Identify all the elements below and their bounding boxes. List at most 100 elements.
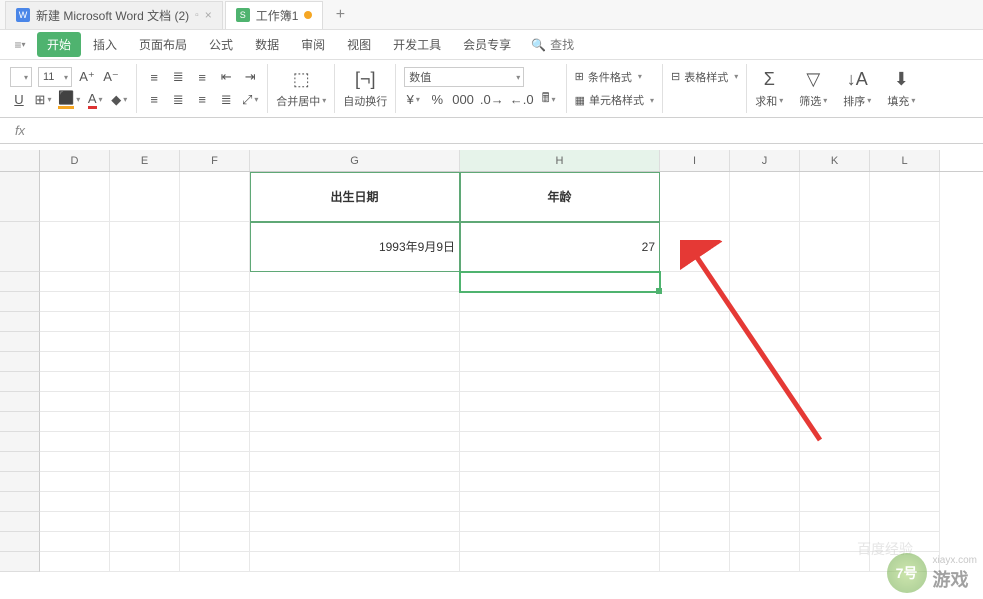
cell[interactable] xyxy=(730,352,800,372)
align-top-icon[interactable]: ≡ xyxy=(145,67,163,87)
cell[interactable] xyxy=(870,312,940,332)
cell[interactable] xyxy=(660,332,730,352)
cell-age-header[interactable]: 年龄 xyxy=(460,172,660,222)
cell[interactable] xyxy=(180,372,250,392)
cell[interactable] xyxy=(870,172,940,222)
cell[interactable] xyxy=(250,352,460,372)
cell[interactable] xyxy=(800,452,870,472)
cell[interactable] xyxy=(660,312,730,332)
cell[interactable] xyxy=(460,472,660,492)
cell[interactable] xyxy=(110,452,180,472)
align-left-icon[interactable]: ≡ xyxy=(145,90,163,110)
cell[interactable] xyxy=(870,352,940,372)
cell[interactable] xyxy=(800,492,870,512)
fx-icon[interactable]: fx xyxy=(10,123,30,138)
cell[interactable] xyxy=(180,352,250,372)
cell[interactable] xyxy=(660,492,730,512)
cell[interactable] xyxy=(460,512,660,532)
cell[interactable] xyxy=(250,272,460,292)
row-header[interactable] xyxy=(0,172,40,222)
col-header[interactable]: K xyxy=(800,150,870,171)
cell[interactable] xyxy=(250,392,460,412)
cell[interactable] xyxy=(730,272,800,292)
cell[interactable] xyxy=(660,222,730,272)
cell[interactable] xyxy=(870,392,940,412)
row-header[interactable] xyxy=(0,512,40,532)
col-header[interactable]: G xyxy=(250,150,460,171)
spreadsheet-grid[interactable]: D E F G H I J K L 出生日期 年龄 1993年9月9日 xyxy=(0,150,983,572)
fill-button[interactable]: ⬇ 填充 xyxy=(879,64,923,113)
menu-data[interactable]: 数据 xyxy=(245,32,289,57)
cell[interactable] xyxy=(660,372,730,392)
underline-icon[interactable]: U xyxy=(10,90,28,110)
orientation-icon[interactable]: ⤢ xyxy=(241,90,259,110)
col-header[interactable]: I xyxy=(660,150,730,171)
cell[interactable] xyxy=(730,172,800,222)
cell[interactable] xyxy=(110,272,180,292)
cell[interactable] xyxy=(870,272,940,292)
cell[interactable] xyxy=(180,292,250,312)
row-header[interactable] xyxy=(0,412,40,432)
col-header[interactable]: L xyxy=(870,150,940,171)
cell[interactable] xyxy=(460,492,660,512)
cell[interactable] xyxy=(180,172,250,222)
type-convert-icon[interactable]: 🖩 xyxy=(540,90,558,110)
cell[interactable] xyxy=(800,172,870,222)
cell[interactable] xyxy=(250,332,460,352)
font-size-select[interactable]: 11 xyxy=(38,67,72,87)
cell[interactable] xyxy=(180,452,250,472)
cell[interactable] xyxy=(180,412,250,432)
cell[interactable] xyxy=(800,312,870,332)
cell[interactable] xyxy=(180,312,250,332)
add-tab-button[interactable]: + xyxy=(325,1,355,29)
cell[interactable] xyxy=(460,552,660,572)
cell[interactable] xyxy=(40,512,110,532)
justify-icon[interactable]: ≣ xyxy=(217,90,235,110)
menu-start[interactable]: 开始 xyxy=(37,32,81,57)
cell-birthdate-value[interactable]: 1993年9月9日 xyxy=(250,222,460,272)
cell[interactable] xyxy=(870,292,940,312)
select-all-corner[interactable] xyxy=(0,150,40,171)
menu-dev[interactable]: 开发工具 xyxy=(383,32,451,57)
cell[interactable] xyxy=(180,492,250,512)
cell[interactable] xyxy=(110,552,180,572)
cell[interactable] xyxy=(180,432,250,452)
cell[interactable] xyxy=(40,172,110,222)
cell-birthdate-header[interactable]: 出生日期 xyxy=(250,172,460,222)
cell[interactable] xyxy=(870,432,940,452)
cell[interactable] xyxy=(870,332,940,352)
indent-right-icon[interactable]: ⇥ xyxy=(241,67,259,87)
cell[interactable] xyxy=(660,432,730,452)
cell[interactable] xyxy=(460,452,660,472)
sort-button[interactable]: ↓A 排序 xyxy=(835,64,879,113)
col-header[interactable]: D xyxy=(40,150,110,171)
wrap-text-button[interactable]: [¬] 自动换行 xyxy=(335,64,396,113)
cell[interactable] xyxy=(460,312,660,332)
sum-button[interactable]: Σ 求和 xyxy=(747,64,791,113)
search-input[interactable] xyxy=(550,38,590,52)
tab-spreadsheet[interactable]: S 工作簿1 xyxy=(225,1,324,29)
row-header[interactable] xyxy=(0,272,40,292)
cell[interactable] xyxy=(730,472,800,492)
increase-decimal-icon[interactable]: .0→ xyxy=(480,90,504,110)
filter-button[interactable]: ▽ 筛选 xyxy=(791,64,835,113)
cell[interactable] xyxy=(250,452,460,472)
cell[interactable] xyxy=(110,292,180,312)
merge-center-button[interactable]: ⬚ 合并居中 xyxy=(268,64,335,113)
cell[interactable] xyxy=(660,472,730,492)
cell[interactable] xyxy=(800,372,870,392)
cell[interactable] xyxy=(800,392,870,412)
active-cell[interactable] xyxy=(460,272,660,292)
cell[interactable] xyxy=(250,312,460,332)
cell[interactable] xyxy=(870,222,940,272)
cell[interactable] xyxy=(800,432,870,452)
cell[interactable] xyxy=(180,512,250,532)
cell[interactable] xyxy=(40,392,110,412)
row-header[interactable] xyxy=(0,222,40,272)
cell[interactable] xyxy=(660,272,730,292)
cell[interactable] xyxy=(870,412,940,432)
row-header[interactable] xyxy=(0,492,40,512)
cell[interactable] xyxy=(250,472,460,492)
indent-left-icon[interactable]: ⇤ xyxy=(217,67,235,87)
cell[interactable] xyxy=(870,512,940,532)
